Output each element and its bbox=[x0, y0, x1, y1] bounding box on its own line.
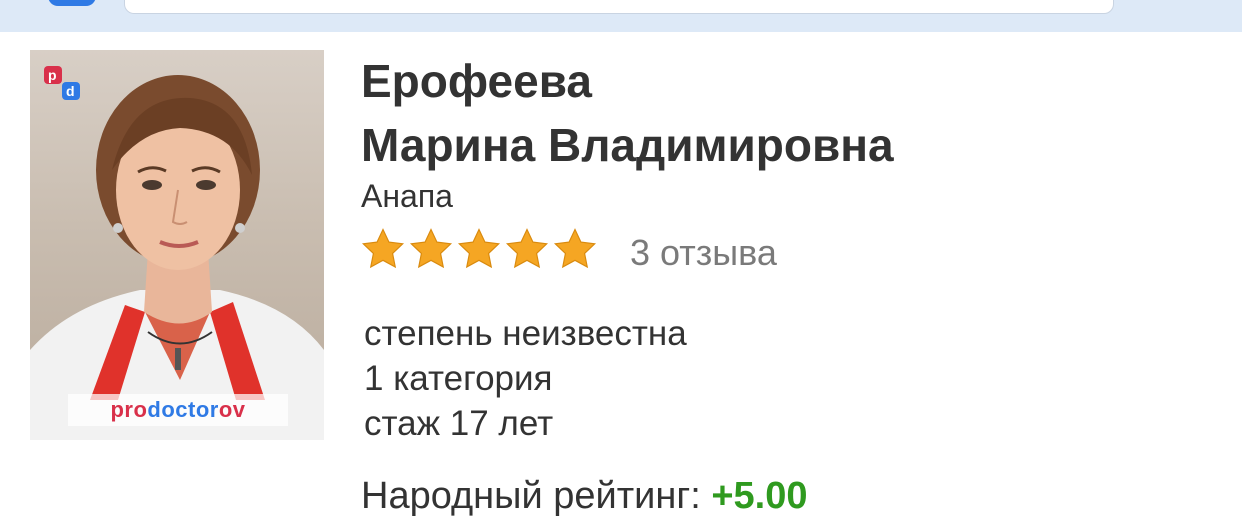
star-icon bbox=[553, 228, 597, 269]
star-rating bbox=[360, 226, 598, 274]
reviews-link[interactable]: 3 отзыва bbox=[630, 233, 777, 273]
doctor-city: Анапа bbox=[361, 178, 453, 214]
prodoctorov-logo-icon: p d bbox=[44, 66, 80, 100]
svg-text:p: p bbox=[48, 67, 57, 83]
doctor-given-names: Марина Владимировна bbox=[361, 119, 894, 171]
star-icon bbox=[361, 228, 405, 269]
doctor-category: 1 категория bbox=[364, 359, 553, 398]
star-icon bbox=[505, 228, 549, 269]
photo-watermark: prodoctorov bbox=[68, 394, 288, 426]
doctor-experience: стаж 17 лет bbox=[364, 404, 554, 443]
watermark-pro: pro bbox=[110, 397, 148, 422]
doctor-degree: степень неизвестна bbox=[364, 314, 687, 353]
search-input[interactable] bbox=[124, 0, 1114, 14]
app-icon[interactable] bbox=[48, 0, 96, 6]
browser-top-bar bbox=[0, 0, 1242, 32]
doctor-surname: Ерофеева bbox=[361, 55, 592, 107]
star-icon bbox=[409, 228, 453, 269]
people-rating: Народный рейтинг: +5.00 bbox=[361, 474, 808, 518]
doctor-photo bbox=[30, 50, 324, 440]
watermark-ov: ov bbox=[218, 397, 246, 422]
svg-text:d: d bbox=[66, 83, 75, 99]
watermark-doctor: doctor bbox=[147, 397, 219, 422]
star-icon bbox=[457, 228, 501, 269]
